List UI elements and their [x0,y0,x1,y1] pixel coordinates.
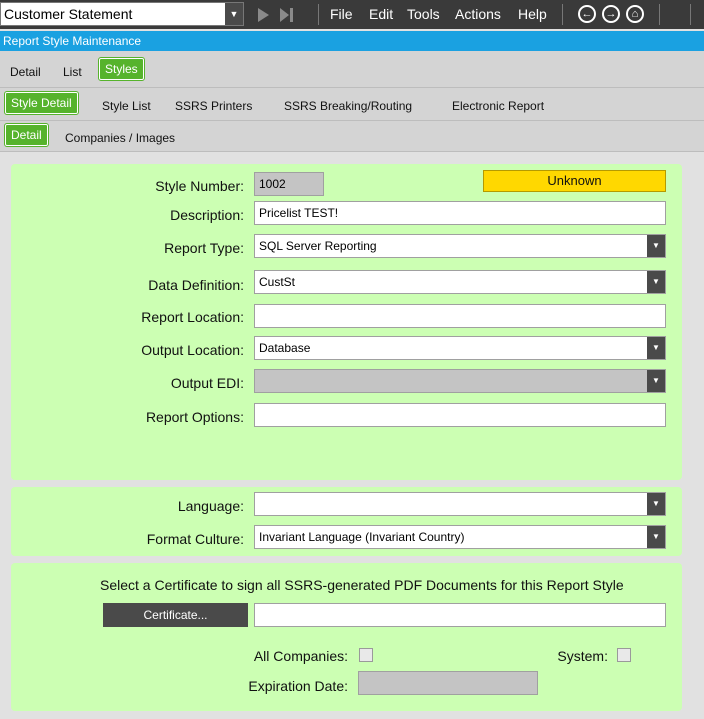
menu-actions[interactable]: Actions [455,6,501,22]
output-edi-select[interactable]: ▼ [254,369,666,393]
tab-electronic-report[interactable]: Electronic Report [452,99,544,113]
output-location-select[interactable]: Database ▼ [254,336,666,360]
tab-sub-detail[interactable]: Detail [4,123,49,147]
report-type-label: Report Type: [164,240,244,256]
format-culture-value: Invariant Language (Invariant Country) [259,530,465,544]
language-label: Language: [177,498,244,514]
expiration-date-label: Expiration Date: [248,678,348,694]
form-selector-value: Customer Statement [4,6,133,22]
chevron-down-icon[interactable]: ▼ [647,493,665,515]
toolbar-separator [562,4,563,25]
certificate-instruction: Select a Certificate to sign all SSRS-ge… [100,577,624,593]
chevron-down-icon[interactable]: ▼ [225,3,243,25]
toolbar-separator [659,4,660,25]
chevron-down-icon[interactable]: ▼ [647,526,665,548]
report-options-label: Report Options: [145,409,244,425]
report-location-label: Report Location: [141,309,244,325]
menu-tools[interactable]: Tools [407,6,440,22]
tab-ssrs-printers[interactable]: SSRS Printers [175,99,252,113]
status-badge: Unknown [483,170,666,192]
data-definition-value: CustSt [259,275,296,289]
all-companies-label: All Companies: [253,648,348,664]
report-location-field[interactable] [254,304,666,328]
toolbar-separator [690,4,691,25]
form-selector[interactable]: Customer Statement ▼ [0,2,244,26]
tab-ssrs-breaking-routing[interactable]: SSRS Breaking/Routing [284,99,412,113]
tab-list[interactable]: List [63,65,82,79]
language-select[interactable]: ▼ [254,492,666,516]
tab-style-detail[interactable]: Style Detail [4,91,79,115]
tab-styles[interactable]: Styles [98,57,145,81]
tab-row-primary: Detail List Styles [0,51,704,88]
report-options-field[interactable] [254,403,666,427]
output-location-label: Output Location: [141,342,244,358]
output-location-value: Database [259,341,311,355]
menu-file[interactable]: File [330,6,353,22]
chevron-down-icon[interactable]: ▼ [647,370,665,392]
forward-arrow-icon[interactable]: → [602,5,620,23]
tab-companies-images[interactable]: Companies / Images [65,131,175,145]
format-culture-label: Format Culture: [146,531,244,547]
data-definition-label: Data Definition: [148,277,244,293]
play-icon[interactable] [255,7,271,23]
format-culture-select[interactable]: Invariant Language (Invariant Country) ▼ [254,525,666,549]
certificate-button[interactable]: Certificate... [103,603,248,627]
output-edi-label: Output EDI: [170,375,244,391]
main-toolbar: Customer Statement ▼ File Edit Tools Act… [0,0,704,29]
chevron-down-icon[interactable]: ▼ [647,337,665,359]
report-type-select[interactable]: SQL Server Reporting ▼ [254,234,666,258]
system-label: System: [557,648,608,664]
tab-detail[interactable]: Detail [10,65,41,79]
report-type-value: SQL Server Reporting [259,239,377,253]
chevron-down-icon[interactable]: ▼ [647,235,665,257]
description-label: Description: [170,207,244,223]
window-title: Report Style Maintenance [0,31,704,51]
tab-row-tertiary: Detail Companies / Images [0,121,704,152]
data-definition-select[interactable]: CustSt ▼ [254,270,666,294]
skip-forward-icon[interactable] [278,7,294,23]
back-arrow-icon[interactable]: ← [578,5,596,23]
system-checkbox[interactable] [617,648,631,662]
description-field[interactable]: Pricelist TEST! [254,201,666,225]
tab-style-list[interactable]: Style List [102,99,151,113]
chevron-down-icon[interactable]: ▼ [647,271,665,293]
style-number-label: Style Number: [155,178,244,194]
tab-row-secondary: Style Detail Style List SSRS Printers SS… [0,88,704,121]
menu-help[interactable]: Help [518,6,547,22]
toolbar-separator [318,4,319,25]
certificate-field[interactable] [254,603,666,627]
home-icon[interactable]: ⌂ [626,5,644,23]
menu-edit[interactable]: Edit [369,6,393,22]
expiration-date-field[interactable] [358,671,538,695]
all-companies-checkbox[interactable] [359,648,373,662]
style-number-field[interactable]: 1002 [254,172,324,196]
